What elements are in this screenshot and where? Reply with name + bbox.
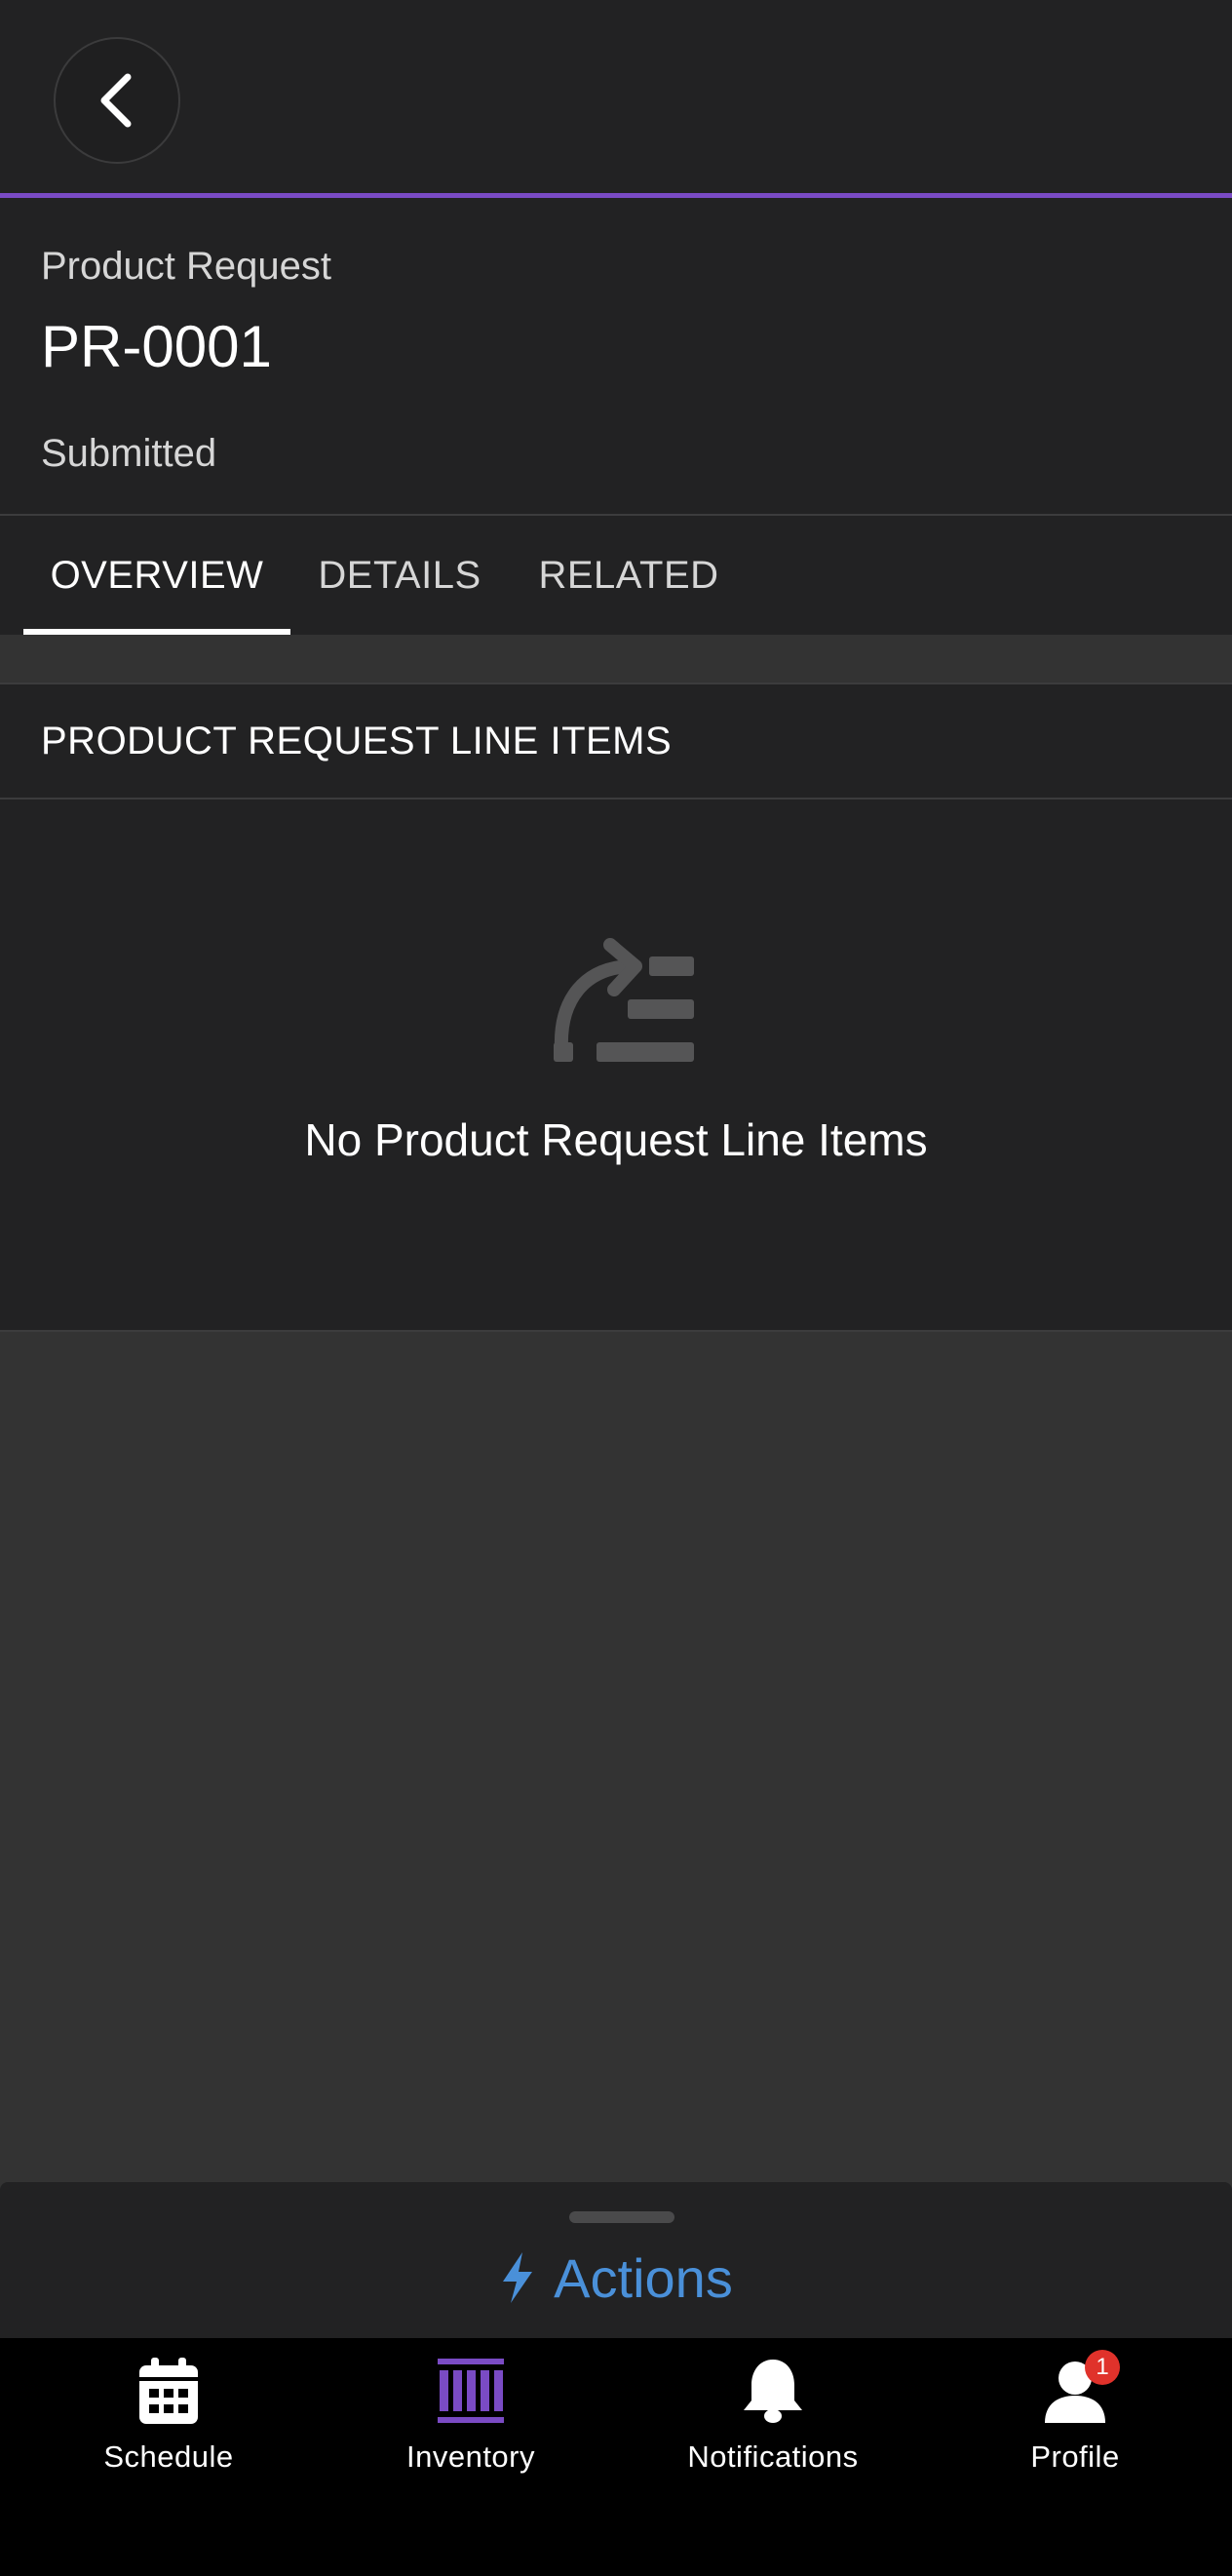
- drag-handle[interactable]: [569, 2211, 674, 2223]
- nav-item-schedule[interactable]: Schedule: [15, 2338, 323, 2494]
- nav-label-inventory: Inventory: [405, 2439, 535, 2474]
- actions-label: Actions: [554, 2246, 733, 2309]
- nav-item-profile[interactable]: 1 Profile: [921, 2338, 1229, 2494]
- actions-drawer[interactable]: Actions: [0, 2182, 1232, 2338]
- nav-label-schedule: Schedule: [103, 2439, 234, 2474]
- record-status: Submitted: [41, 432, 217, 475]
- user-icon: 1: [1036, 2350, 1120, 2430]
- object-label: Product Request: [41, 245, 331, 288]
- bottom-navigation: Schedule Inventory Notifications 1 Profi…: [0, 2338, 1232, 2576]
- tab-details[interactable]: DETAILS: [302, 516, 497, 635]
- tab-bar: OVERVIEW DETAILS RELATED: [0, 516, 1232, 635]
- calendar-icon: [130, 2352, 208, 2430]
- bell-icon: [734, 2352, 812, 2430]
- empty-list-icon: [554, 938, 694, 1062]
- empty-state-panel: No Product Request Line Items: [0, 800, 1232, 1332]
- barcode-icon: [432, 2352, 510, 2430]
- empty-state-message: No Product Request Line Items: [304, 1114, 928, 1165]
- nav-label-notifications: Notifications: [687, 2439, 859, 2474]
- back-button[interactable]: [54, 37, 180, 164]
- record-title: PR-0001: [41, 314, 272, 379]
- lightning-bolt-icon: [503, 2252, 533, 2303]
- section-header-line-items[interactable]: PRODUCT REQUEST LINE ITEMS: [0, 683, 1232, 800]
- nav-label-profile: Profile: [1030, 2439, 1120, 2474]
- chevron-left-icon: [100, 73, 132, 128]
- top-bar: [0, 0, 1232, 198]
- section-spacer: [0, 635, 1232, 683]
- tab-overview[interactable]: OVERVIEW: [23, 516, 290, 635]
- record-header: Product Request PR-0001 Submitted: [0, 198, 1232, 516]
- tab-related[interactable]: RELATED: [526, 516, 731, 635]
- nav-item-notifications[interactable]: Notifications: [619, 2338, 927, 2494]
- actions-button[interactable]: Actions: [0, 2239, 1232, 2317]
- notification-badge: 1: [1085, 2350, 1120, 2385]
- nav-item-inventory[interactable]: Inventory: [317, 2338, 625, 2494]
